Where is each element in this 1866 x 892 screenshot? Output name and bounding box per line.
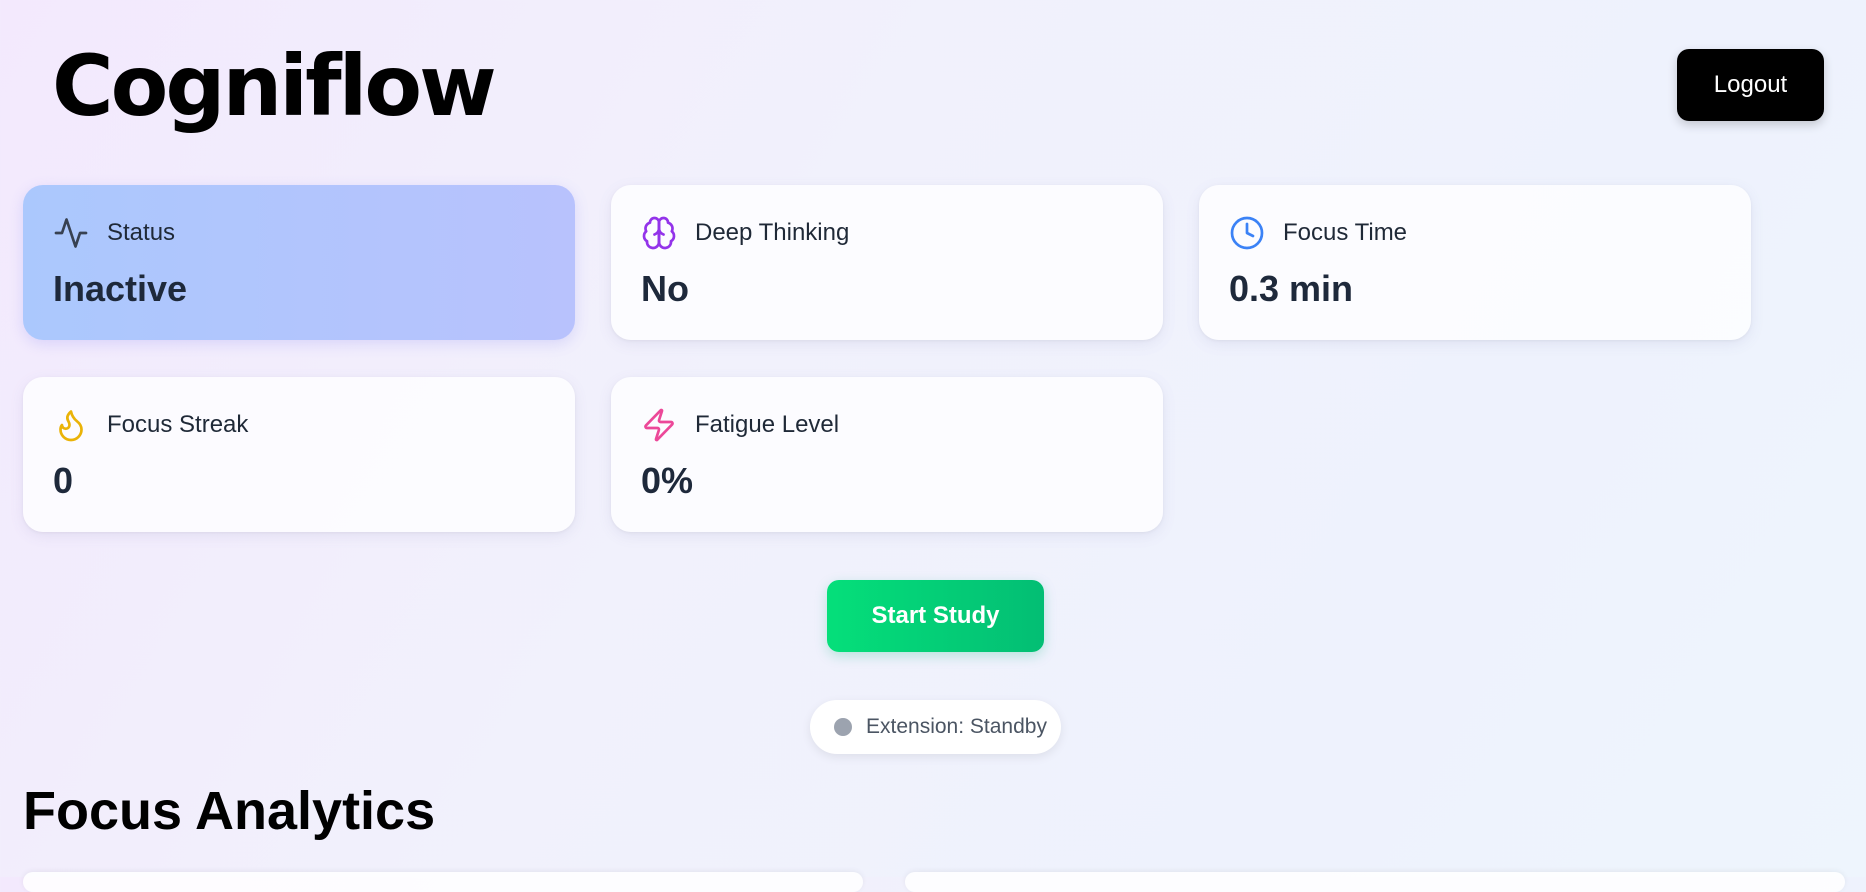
fatigue-level-card-value: 0%: [641, 460, 694, 501]
extension-status-text: Extension: Standby: [866, 715, 1047, 738]
activity-icon: [53, 215, 89, 251]
focus-streak-card-label: Focus Streak: [107, 411, 249, 438]
focus-time-card: Focus Time 0.3 min: [1199, 185, 1751, 340]
brain-icon: [641, 215, 677, 251]
status-card-value: Inactive: [53, 268, 188, 309]
deep-thinking-card-label: Deep Thinking: [695, 219, 850, 246]
status-dot-icon: [834, 718, 852, 736]
status-card: Status Inactive: [23, 185, 575, 340]
extension-status-badge: Extension: Standby: [810, 700, 1061, 754]
analytics-panel-left: [23, 872, 863, 892]
focus-streak-card-value: 0: [53, 460, 74, 501]
focus-analytics-title: Focus Analytics: [23, 781, 436, 841]
logout-button[interactable]: Logout: [1677, 49, 1824, 121]
focus-streak-card: Focus Streak 0: [23, 377, 575, 532]
fatigue-level-card: Fatigue Level 0%: [611, 377, 1163, 532]
deep-thinking-card: Deep Thinking No: [611, 185, 1163, 340]
analytics-panel-right: [905, 872, 1845, 892]
flame-icon: [53, 407, 89, 443]
zap-icon: [641, 407, 677, 443]
focus-time-card-label: Focus Time: [1283, 219, 1408, 246]
fatigue-level-card-label: Fatigue Level: [695, 411, 840, 438]
clock-icon: [1229, 215, 1265, 251]
deep-thinking-card-value: No: [641, 268, 689, 309]
status-card-label: Status: [107, 219, 176, 246]
focus-time-card-value: 0.3 min: [1229, 268, 1354, 309]
app-title: Cogniflow: [52, 37, 497, 135]
start-study-button[interactable]: Start Study: [827, 580, 1044, 652]
